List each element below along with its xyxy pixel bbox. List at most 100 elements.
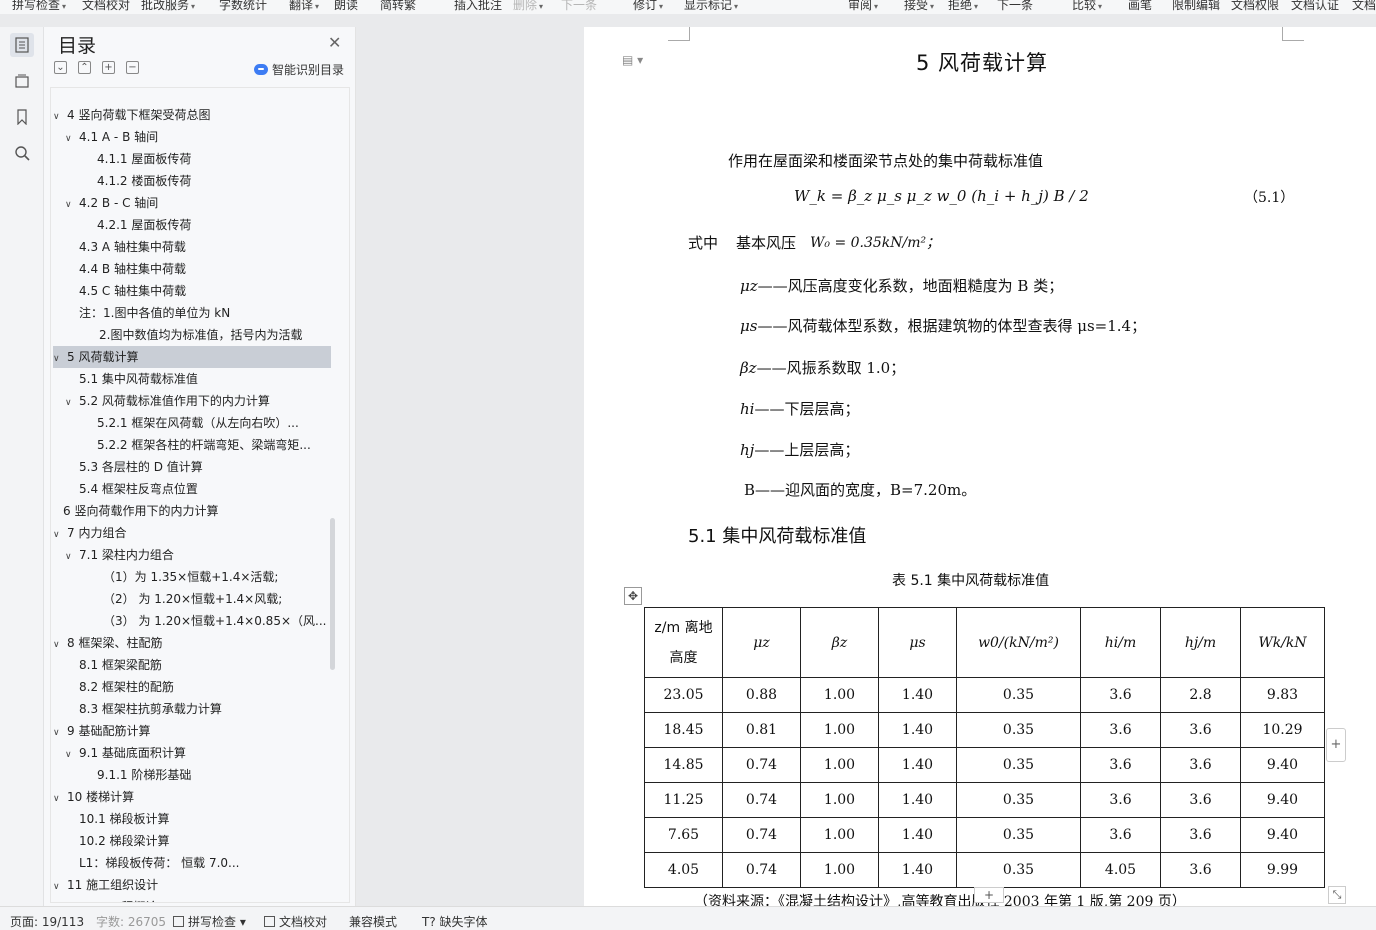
toc-item[interactable]: 2.图中数值均为标准值，括号内为活载 <box>53 324 331 346</box>
chevron-down-icon[interactable]: ∨ <box>53 524 67 544</box>
toc-item[interactable]: ∨ 4.1 A - B 轴间 <box>53 126 331 148</box>
collapse-all-icon[interactable]: − <box>126 61 139 74</box>
table-cell[interactable]: 0.74 <box>722 852 801 888</box>
table-cell[interactable]: 3.6 <box>1080 747 1161 783</box>
compat-mode[interactable]: 兼容模式 <box>349 913 397 930</box>
toc-item[interactable]: 9.1.1 阶梯形基础 <box>53 764 331 786</box>
table-cell[interactable]: 9.99 <box>1240 852 1325 888</box>
toc-item[interactable]: ∨ 11 施工组织设计 <box>53 874 331 896</box>
toc-item[interactable]: （2） 为 1.20×恒载+1.4×风载; <box>53 588 331 610</box>
toc-item[interactable]: 注：1.图中各值的单位为 kN <box>53 302 331 324</box>
toolbar-item[interactable]: 下一条 <box>561 0 597 13</box>
table-header-cell[interactable]: Wk/kN <box>1240 607 1325 678</box>
add-row-button[interactable]: + <box>974 887 1004 903</box>
table-cell[interactable]: 9.83 <box>1240 677 1325 713</box>
table-cell[interactable]: 1.00 <box>800 852 879 888</box>
table-cell[interactable]: 3.6 <box>1160 852 1241 888</box>
table-move-handle[interactable]: ✥ <box>624 587 642 605</box>
toc-scrollbar[interactable] <box>330 518 335 670</box>
table-cell[interactable]: 4.05 <box>1080 852 1161 888</box>
table-cell[interactable]: 1.00 <box>800 747 879 783</box>
toolbar-item[interactable]: 朗读 <box>334 0 358 13</box>
table-cell[interactable]: 1.40 <box>878 677 957 713</box>
table-cell[interactable]: 3.6 <box>1160 782 1241 818</box>
proofread-status[interactable]: 文档校对 <box>264 913 327 930</box>
table-cell[interactable]: 0.35 <box>956 782 1081 818</box>
toolbar-item[interactable]: 插入批注 <box>454 0 502 13</box>
toc-item[interactable]: 5.1 集中风荷载标准值 <box>53 368 331 390</box>
toc-item[interactable]: ∨ 5.2 风荷载标准值作用下的内力计算 <box>53 390 331 412</box>
chevron-down-icon[interactable]: ∨ <box>53 722 67 742</box>
toc-item[interactable]: 6 竖向荷载作用下的内力计算 <box>53 500 331 522</box>
toolbar-item[interactable]: 修订 ▾ <box>633 0 663 14</box>
toolbar-item[interactable]: 删除 ▾ <box>513 0 543 14</box>
toolbar-item[interactable]: 文档认证 <box>1291 0 1339 13</box>
table-cell[interactable]: 7.65 <box>644 817 723 853</box>
table-header-cell[interactable]: hi/m <box>1080 607 1161 678</box>
toc-item[interactable]: 5.2.1 框架在风荷载（从左向右吹）... <box>53 412 331 434</box>
page-indicator[interactable]: 页面: 19/113 <box>10 913 84 930</box>
table-header-cell[interactable]: μs <box>878 607 957 678</box>
missing-font-status[interactable]: T? 缺失字体 <box>422 913 488 930</box>
table-cell[interactable]: 0.35 <box>956 817 1081 853</box>
table-cell[interactable]: 23.05 <box>644 677 723 713</box>
spell-check-status[interactable]: 拼写检查 ▾ <box>173 913 246 930</box>
toolbar-item[interactable]: 字数统计 <box>219 0 267 13</box>
table-cell[interactable]: 18.45 <box>644 712 723 748</box>
add-column-button[interactable]: + <box>1326 728 1346 762</box>
table-header-cell[interactable]: hj/m <box>1160 607 1241 678</box>
toc-item[interactable]: L1：梯段板传荷： 恒载 7.0... <box>53 852 331 874</box>
table-cell[interactable]: 0.81 <box>722 712 801 748</box>
table-cell[interactable]: 0.35 <box>956 852 1081 888</box>
table-cell[interactable]: 0.74 <box>722 747 801 783</box>
chevron-down-icon[interactable]: ∨ <box>53 106 67 126</box>
table-cell[interactable]: 0.35 <box>956 677 1081 713</box>
table-cell[interactable]: 1.40 <box>878 712 957 748</box>
collapse-up-icon[interactable]: ⌃ <box>78 61 91 74</box>
expand-all-icon[interactable]: + <box>102 61 115 74</box>
table-header-cell[interactable]: w0/(kN/m²) <box>956 607 1081 678</box>
chevron-down-icon[interactable]: ∨ <box>53 348 67 368</box>
toc-item[interactable]: 5.2.2 框架各柱的杆端弯矩、梁端弯矩... <box>53 434 331 456</box>
toolbar-item[interactable]: 拒绝 ▾ <box>948 0 978 14</box>
table-cell[interactable]: 3.6 <box>1080 712 1161 748</box>
toolbar-item[interactable]: 画笔 <box>1128 0 1152 13</box>
toolbar-item[interactable]: 显示标记 ▾ <box>684 0 738 14</box>
table-cell[interactable]: 1.00 <box>800 677 879 713</box>
page-doc-icon[interactable]: ▤ ▾ <box>622 53 643 67</box>
toc-item[interactable]: ∨11.1 工程概论 <box>53 896 331 902</box>
table-header-cell[interactable]: βz <box>800 607 879 678</box>
table-cell[interactable]: 1.40 <box>878 817 957 853</box>
word-count[interactable]: 字数: 26705 <box>96 913 166 930</box>
search-icon[interactable] <box>10 141 34 165</box>
toc-item[interactable]: 4.4 B 轴柱集中荷载 <box>53 258 331 280</box>
toc-item[interactable]: ∨ 8 框架梁、柱配筋 <box>53 632 331 654</box>
toc-item[interactable]: ∨ 9 基础配筋计算 <box>53 720 331 742</box>
table-cell[interactable]: 2.8 <box>1160 677 1241 713</box>
table-cell[interactable]: 1.00 <box>800 782 879 818</box>
table-cell[interactable]: 1.00 <box>800 712 879 748</box>
toolbar-item[interactable]: 文档 <box>1352 0 1376 13</box>
chevron-down-icon[interactable]: ∨ <box>65 546 79 566</box>
table-header-cell[interactable]: μz <box>722 607 801 678</box>
toolbar-item[interactable]: 审阅 ▾ <box>848 0 878 14</box>
toc-item[interactable]: ∨ 7 内力组合 <box>53 522 331 544</box>
toolbar-item[interactable]: 文档权限 <box>1231 0 1279 13</box>
toc-item[interactable]: 5.4 框架柱反弯点位置 <box>53 478 331 500</box>
toc-item[interactable]: ∨ 4.2 B - C 轴间 <box>53 192 331 214</box>
table-cell[interactable]: 0.74 <box>722 817 801 853</box>
toc-panel-icon[interactable] <box>10 33 34 57</box>
document-page[interactable]: ▤ ▾ 5 风荷载计算 作用在屋面梁和楼面梁节点处的集中荷载标准值 W_k = … <box>584 27 1376 906</box>
toc-item[interactable]: 4.1.1 屋面板传荷 <box>53 148 331 170</box>
toc-item[interactable]: ∨ 9.1 基础底面积计算 <box>53 742 331 764</box>
toc-item[interactable]: 5.3 各层柱的 D 值计算 <box>53 456 331 478</box>
table-cell[interactable]: 9.40 <box>1240 782 1325 818</box>
table-cell[interactable]: 3.6 <box>1160 817 1241 853</box>
table-resize-icon[interactable]: ⤡ <box>1328 886 1346 904</box>
toolbar-item[interactable]: 翻译 ▾ <box>289 0 319 14</box>
toc-item[interactable]: ∨ 4 竖向荷载下框架受荷总图 <box>53 104 331 126</box>
table-cell[interactable]: 1.00 <box>800 817 879 853</box>
table-cell[interactable]: 3.6 <box>1080 782 1161 818</box>
chevron-down-icon[interactable]: ∨ <box>65 194 79 214</box>
navigation-icon[interactable] <box>10 69 34 93</box>
